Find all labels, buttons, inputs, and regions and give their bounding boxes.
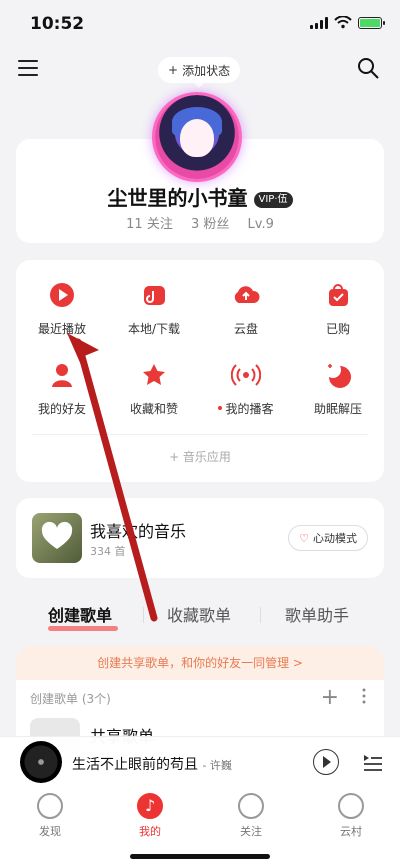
follow-count[interactable]: 11 关注 (126, 217, 173, 232)
battery-icon (358, 16, 385, 29)
add-playlist-icon[interactable]: + (321, 687, 339, 709)
top-bar: + 添加状态 (0, 52, 400, 88)
shortcut-label: 已购 (325, 322, 350, 336)
moon-icon (325, 362, 351, 388)
mini-player[interactable]: 生活不止眼前的苟且 - 许巍 (0, 736, 400, 786)
shortcut-favorites-likes[interactable]: 收藏和赞 (108, 360, 200, 416)
home-indicator (130, 854, 270, 859)
album-disc[interactable] (20, 741, 62, 783)
shortcut-sleep[interactable]: 助眠解压 (292, 360, 384, 416)
status-bar: 10:52 (0, 0, 400, 46)
profile-stats: 11 关注 3 粉丝 Lv.9 (16, 213, 384, 232)
nav-mine[interactable]: ♪ 我的 (115, 793, 185, 839)
profile-name[interactable]: 尘世里的小书童 (108, 186, 248, 210)
music-app-button[interactable]: + 音乐应用 (16, 448, 384, 465)
artist-name: - 许巍 (202, 759, 232, 772)
active-tab-indicator (48, 626, 118, 631)
shortcut-label-text: 我的播客 (225, 402, 274, 416)
download-folder-icon (144, 286, 165, 305)
tab-divider (143, 607, 144, 623)
add-status-button[interactable]: + 添加状态 (158, 57, 241, 83)
now-playing[interactable]: 生活不止眼前的苟且 - 许巍 (72, 754, 232, 774)
shortcut-local-download[interactable]: 本地/下载 (108, 280, 200, 336)
more-vertical-icon[interactable] (362, 687, 366, 705)
notification-dot (218, 406, 223, 410)
playlist-queue-icon[interactable] (362, 752, 384, 772)
fan-count[interactable]: 3 粉丝 (191, 217, 229, 232)
favorite-music-card[interactable]: 我喜欢的音乐 334 首 ♡ 心动模式 (16, 498, 384, 578)
shortcut-podcast[interactable]: 我的播客 (200, 360, 292, 417)
people-icon (238, 793, 264, 819)
shortcut-label: 我的播客 (200, 400, 292, 417)
nav-discover[interactable]: 发现 (15, 793, 85, 839)
shortcut-label: 最近播放 (37, 322, 86, 336)
podcast-icon (230, 364, 262, 386)
search-icon[interactable] (356, 56, 380, 80)
avatar[interactable] (155, 95, 239, 179)
status-time: 10:52 (30, 14, 85, 34)
status-icons (310, 16, 385, 29)
cloud-upload-icon (234, 286, 260, 303)
shortcut-purchased[interactable]: 已购 (292, 280, 384, 336)
menu-icon[interactable] (18, 60, 38, 76)
tab-created-playlists[interactable]: 创建歌单 (48, 602, 112, 626)
heart-icon (41, 521, 73, 549)
favorite-cover (32, 513, 82, 563)
play-button[interactable] (313, 749, 339, 775)
add-status-label: 添加状态 (182, 63, 231, 78)
star-icon (143, 364, 165, 385)
nav-label: 发现 (39, 825, 61, 838)
tab-divider (260, 607, 261, 623)
shortcut-label: 云盘 (233, 322, 258, 336)
playlist-tabs: 创建歌单 收藏歌单 歌单助手 (0, 598, 400, 638)
divider (32, 434, 368, 435)
shortcut-label: 本地/下载 (127, 322, 181, 336)
heart-mode-button[interactable]: ♡ 心动模式 (288, 525, 368, 551)
music-note-icon: ♪ (137, 793, 163, 819)
nav-follow[interactable]: 关注 (216, 793, 286, 839)
friends-icon (52, 364, 72, 387)
level-badge[interactable]: Lv.9 (248, 217, 274, 232)
tab-playlist-assistant[interactable]: 歌单助手 (285, 602, 349, 626)
shortcut-cloud-disk[interactable]: 云盘 (200, 280, 292, 336)
nav-label: 关注 (240, 825, 262, 838)
shared-playlist-banner[interactable]: 创建共享歌单，和你的好友一同管理 > (16, 646, 384, 680)
signal-icon (310, 16, 328, 29)
status-pill-tail (193, 82, 205, 88)
favorite-count: 334 首 (90, 545, 126, 558)
heart-outline-icon: ♡ (299, 531, 309, 545)
vip-badge[interactable]: VIP·伍 (253, 192, 293, 208)
shortcut-grid: 最近播放 本地/下载 云盘 已购 我的好友 收藏和赞 我的播客 助眠解压 (16, 280, 384, 417)
discover-icon (37, 793, 63, 819)
nav-label: 云村 (340, 825, 362, 838)
wifi-icon (334, 16, 352, 29)
tab-collected-playlists[interactable]: 收藏歌单 (167, 602, 231, 626)
nav-label: 我的 (139, 825, 161, 838)
nav-cloud-village[interactable]: 云村 (316, 793, 386, 839)
cloud-village-icon (338, 793, 364, 819)
shopping-bag-icon (329, 284, 348, 306)
shortcut-label: 收藏和赞 (129, 402, 178, 416)
shortcut-card: 最近播放 本地/下载 云盘 已购 我的好友 收藏和赞 我的播客 助眠解压 + 音… (16, 260, 384, 482)
favorite-title: 我喜欢的音乐 (90, 522, 187, 541)
plus-icon: + (168, 63, 179, 77)
play-icon (50, 283, 74, 307)
profile-name-row: 尘世里的小书童 VIP·伍 (16, 182, 384, 211)
heart-mode-label: 心动模式 (313, 532, 357, 545)
created-playlist-label: 创建歌单 (3个) (30, 692, 111, 706)
shortcut-recent-play[interactable]: 最近播放 (16, 280, 108, 336)
song-title: 生活不止眼前的苟且 (72, 757, 198, 773)
shortcut-friends[interactable]: 我的好友 (16, 360, 108, 416)
shortcut-label: 我的好友 (37, 402, 86, 416)
shortcut-label: 助眠解压 (313, 402, 362, 416)
